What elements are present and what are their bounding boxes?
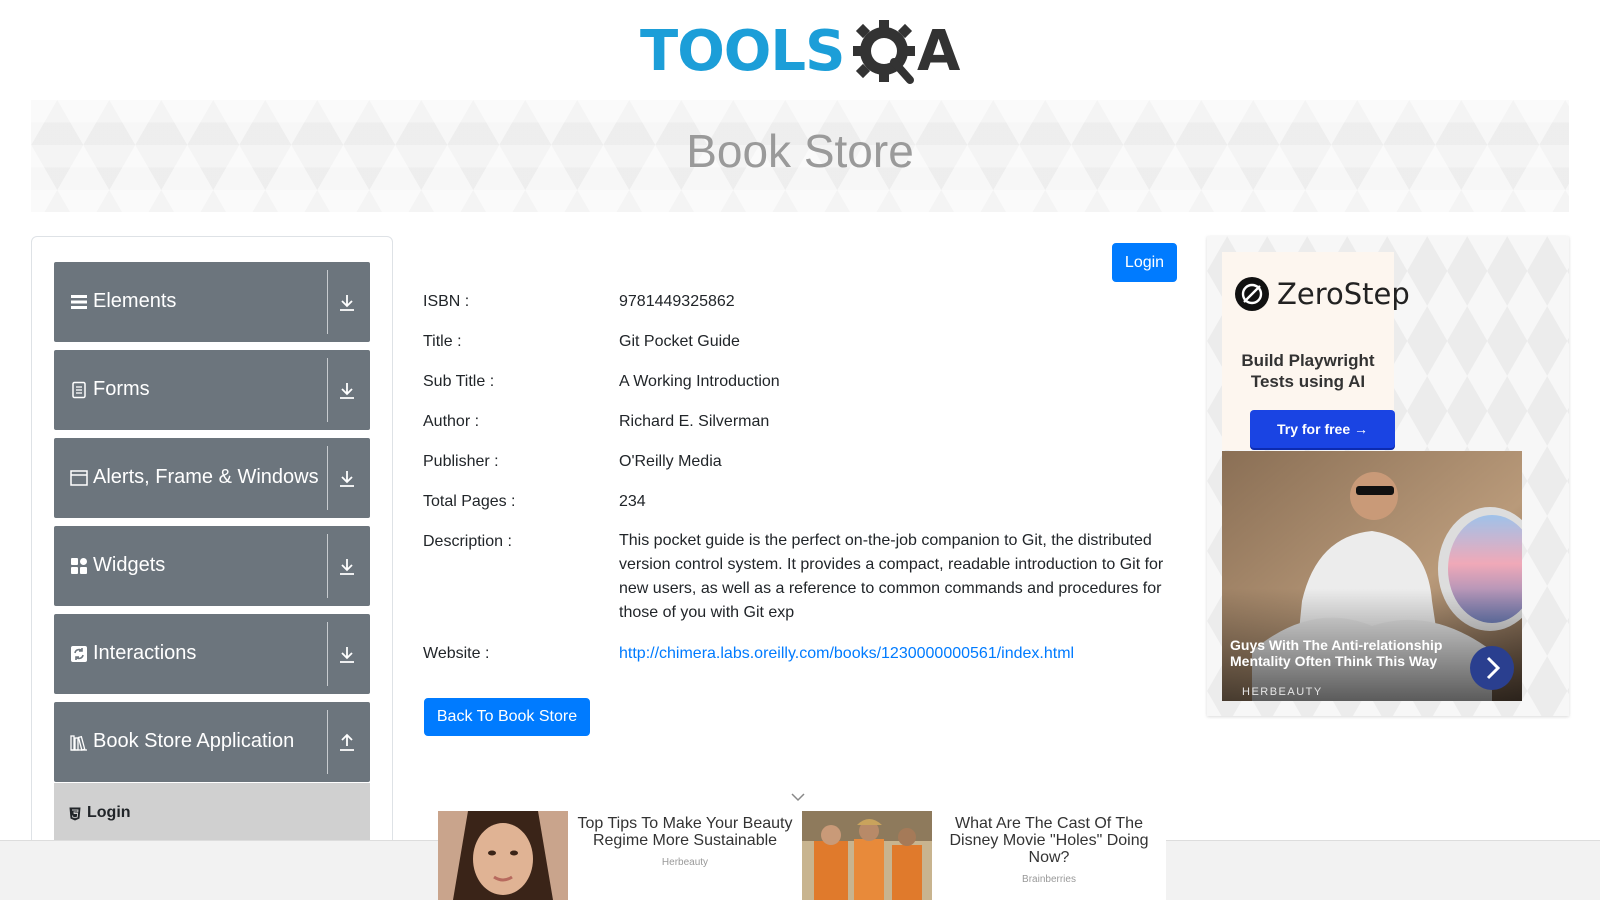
divider — [327, 270, 328, 334]
list-icon — [71, 295, 87, 309]
toolsqa-logo[interactable]: TOOLS A — [640, 14, 965, 94]
divider — [327, 710, 328, 774]
zerostep-tagline: Build Playwright Tests using AI — [1222, 350, 1394, 392]
ad-photo — [438, 811, 568, 900]
collapse-icon[interactable] — [336, 732, 358, 754]
sidebar-group-alerts[interactable]: Alerts, Frame & Windows — [54, 438, 370, 518]
login-button[interactable]: Login — [1112, 243, 1177, 282]
sidebar-group-label: Elements — [93, 290, 177, 312]
chevron-right-icon[interactable] — [1470, 646, 1514, 690]
window-icon — [70, 470, 88, 486]
sidebar-group-label: Forms — [93, 378, 150, 400]
divider — [327, 622, 328, 686]
divider — [327, 358, 328, 422]
sidebar-group-forms[interactable]: Forms — [54, 350, 370, 430]
interactions-icon — [71, 646, 87, 662]
sidebar-group-book-store[interactable]: Book Store Application — [54, 702, 370, 782]
expand-icon[interactable] — [336, 644, 358, 666]
chevron-down-icon[interactable] — [790, 792, 806, 802]
sidebar-group-label: Book Store Application — [93, 730, 295, 752]
pages-value: 234 — [619, 493, 646, 510]
website-link[interactable]: http://chimera.labs.oreilly.com/books/12… — [619, 645, 1074, 663]
expand-icon[interactable] — [336, 292, 358, 314]
sidebar-group-label: Widgets — [93, 554, 166, 576]
pages-label: Total Pages : — [423, 493, 516, 510]
zerostep-name: ZeroStep — [1277, 277, 1410, 311]
website-label: Website : — [423, 645, 490, 662]
herbeauty-ad-source: HERBEAUTY — [1242, 686, 1323, 698]
ad-photo — [802, 811, 932, 900]
back-to-book-store-button[interactable]: Back To Book Store — [424, 698, 590, 736]
zerostep-tagline-line: Build Playwright — [1241, 351, 1375, 370]
bottom-ad-title: Top Tips To Make Your Beauty Regime More… — [577, 815, 793, 849]
expand-icon[interactable] — [336, 380, 358, 402]
herbeauty-ad-title: Guys With The Anti-relationship Mentalit… — [1230, 637, 1443, 669]
bottom-ad-brainberries[interactable]: What Are The Cast Of The Disney Movie "H… — [802, 811, 1166, 900]
description-value: This pocket guide is the perfect on-the-… — [619, 532, 1164, 621]
bottom-ad-herbeauty[interactable]: Top Tips To Make Your Beauty Regime More… — [438, 811, 802, 900]
title-label: Title : — [423, 333, 462, 350]
bottom-ad-source: Herbeauty — [661, 857, 709, 868]
isbn-value: 9781449325862 — [619, 293, 735, 310]
page-banner: Book Store — [31, 100, 1569, 212]
subtitle-label: Sub Title : — [423, 373, 495, 390]
bottom-ad-title: What Are The Cast Of The Disney Movie "H… — [949, 815, 1149, 866]
subtitle-value: A Working Introduction — [619, 373, 780, 390]
try-for-free-button[interactable]: Try for free → — [1250, 410, 1395, 448]
divider — [327, 534, 328, 598]
sidebar-group-interactions[interactable]: Interactions — [54, 614, 370, 694]
title-value: Git Pocket Guide — [619, 333, 740, 350]
description-label: Description : — [423, 533, 512, 550]
divider — [327, 446, 328, 510]
sidebar-item-label: Login — [87, 804, 131, 821]
side-ad: ZeroStep Build Playwright Tests using AI… — [1207, 236, 1569, 716]
widgets-icon — [71, 558, 87, 574]
form-icon — [72, 381, 86, 399]
sidebar-group-label: Interactions — [93, 642, 197, 664]
zerostep-ad[interactable]: ZeroStep Build Playwright Tests using AI… — [1222, 252, 1410, 450]
isbn-label: ISBN : — [423, 293, 470, 310]
zerostep-logo-icon — [1235, 277, 1269, 311]
zerostep-tagline-line: Tests using AI — [1250, 372, 1366, 391]
publisher-label: Publisher : — [423, 453, 499, 470]
logo-text: TOOLS — [640, 19, 845, 84]
herbeauty-side-ad[interactable]: Guys With The Anti-relationship Mentalit… — [1222, 451, 1522, 701]
expand-icon[interactable] — [336, 556, 358, 578]
expand-icon[interactable] — [336, 468, 358, 490]
sidebar-group-elements[interactable]: Elements — [54, 262, 370, 342]
author-value: Richard E. Silverman — [619, 413, 770, 430]
publisher-value: O'Reilly Media — [619, 453, 722, 470]
page-title: Book Store — [686, 125, 914, 177]
sidebar-item-login[interactable]: Login — [54, 783, 370, 843]
books-icon — [70, 735, 87, 751]
sidebar-group-label: Alerts, Frame & Windows — [93, 466, 319, 488]
author-label: Author : — [423, 413, 480, 430]
logo-suffix: A — [917, 19, 961, 84]
sidebar-group-widgets[interactable]: Widgets — [54, 526, 370, 606]
bottom-ad-source: Brainberries — [1022, 874, 1076, 885]
html5-icon — [69, 807, 81, 821]
sidebar: Elements Forms Alerts, Frame & Windows W… — [31, 236, 393, 900]
